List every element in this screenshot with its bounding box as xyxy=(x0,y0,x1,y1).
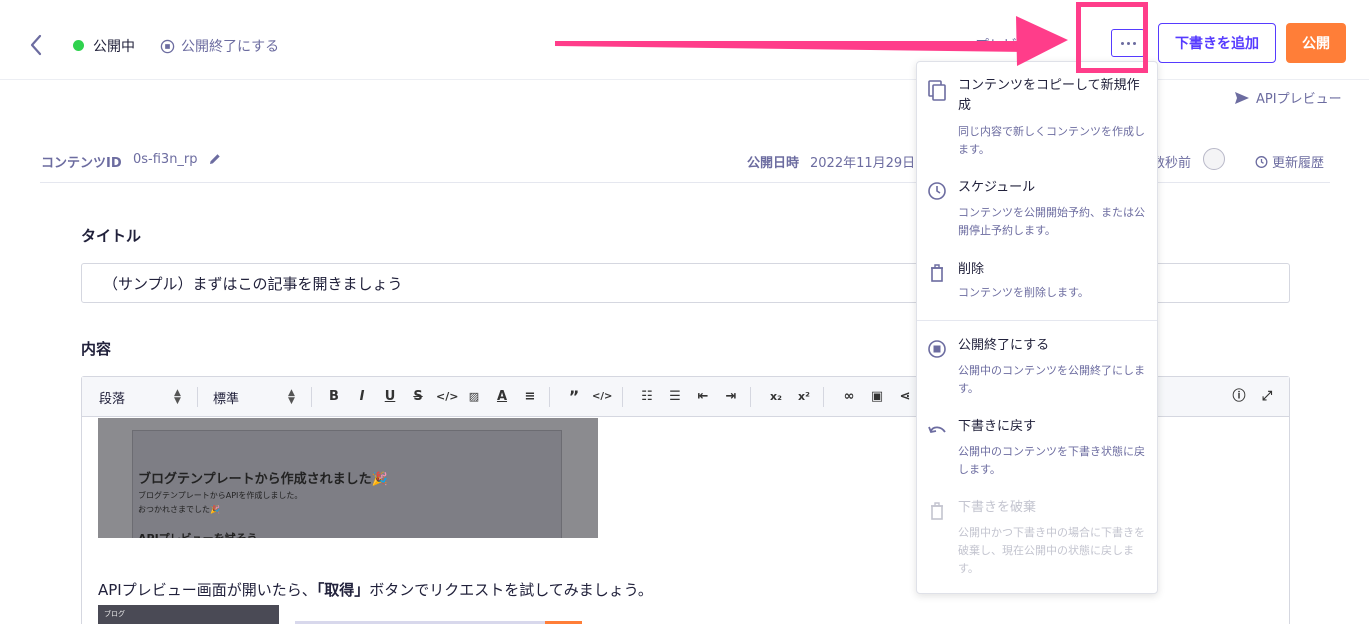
menu-divider xyxy=(917,320,1157,321)
send-icon xyxy=(1235,91,1249,104)
menu-item-schedule[interactable]: スケジュール コンテンツを公開開始予約、または公開停止予約します。 xyxy=(917,178,1157,244)
unpublish-label: 公開終了にする xyxy=(181,39,280,55)
chevron-updown-icon: ▲ ▼ xyxy=(288,388,295,406)
title-field-label: タイトル xyxy=(81,227,142,245)
screenshot-text: ブログテンプレートからAPIを作成しました。 xyxy=(138,491,303,500)
history-icon xyxy=(1255,155,1268,168)
menu-item-description: 公開中のコンテンツを公開終了にします。 xyxy=(958,364,1145,395)
underline-icon[interactable]: U xyxy=(380,386,400,408)
menu-item-description: 公開中のコンテンツを下書き状態に戻します。 xyxy=(958,445,1145,476)
clock-icon xyxy=(928,182,946,200)
text-size-select[interactable]: 標準 xyxy=(213,388,239,407)
menu-item-unpublish[interactable]: 公開終了にする 公開中のコンテンツを公開終了にします。 xyxy=(917,336,1157,402)
indent-icon[interactable]: ⇥ xyxy=(721,386,741,408)
superscript-icon[interactable]: x² xyxy=(794,386,814,408)
toolbar-divider xyxy=(823,387,824,407)
menu-item-title: スケジュール xyxy=(958,180,1036,195)
body-paragraph: APIプレビュー画面が開いたら、「取得」ボタンでリクエストを試してみましょう。 xyxy=(98,579,653,600)
dot-icon xyxy=(1132,41,1136,45)
preview-link[interactable]: プレビュー xyxy=(975,35,1045,55)
content-field-label: 内容 xyxy=(81,340,112,358)
content-id-value: 0s-fi3n_rp xyxy=(133,152,198,167)
embedded-screenshot: ブログテンプレートから作成されました🎉 ブログテンプレートからAPIを作成しまし… xyxy=(98,418,598,538)
back-chevron-icon[interactable] xyxy=(26,32,46,58)
api-preview-link[interactable]: APIプレビュー xyxy=(1234,88,1342,107)
menu-item-title: 削除 xyxy=(958,262,985,277)
expand-icon[interactable]: ⤢ xyxy=(1257,386,1277,408)
body-text-bold: 「取得」 xyxy=(316,581,370,599)
bullet-list-icon[interactable]: ☰ xyxy=(665,386,685,408)
more-options-button[interactable] xyxy=(1111,29,1145,57)
menu-item-description: コンテンツを削除します。 xyxy=(958,286,1089,299)
text-color-icon[interactable]: A xyxy=(492,386,512,408)
copy-icon xyxy=(928,80,946,101)
toolbar-divider xyxy=(622,387,623,407)
publish-date-label: 公開日時 xyxy=(747,156,800,171)
toolbar-divider xyxy=(750,387,751,407)
link-icon[interactable]: ∞ xyxy=(839,386,859,408)
top-bar: 公開中 公開終了にする プレビュー 下書きを追加 公開 xyxy=(0,0,1369,80)
menu-item-description: 同じ内容で新しくコンテンツを作成します。 xyxy=(958,125,1145,156)
undo-icon xyxy=(928,426,946,434)
content-id-label: コンテンツID xyxy=(41,156,122,171)
screenshot-heading: ブログテンプレートから作成されました🎉 xyxy=(138,472,388,487)
align-icon[interactable]: ≡ xyxy=(520,386,540,408)
status-text: 公開中 xyxy=(93,39,135,55)
outdent-icon[interactable]: ⇤ xyxy=(693,386,713,408)
trash-icon xyxy=(931,502,943,520)
page: 公開中 公開終了にする プレビュー 下書きを追加 公開 APIプレビュー コンテ… xyxy=(0,0,1369,624)
subscript-icon[interactable]: x₂ xyxy=(766,386,786,408)
publish-button[interactable]: 公開 xyxy=(1286,23,1346,63)
toolbar-divider xyxy=(197,387,198,407)
inline-code-icon[interactable]: </> xyxy=(436,386,458,408)
bold-icon[interactable]: B xyxy=(324,386,344,408)
embedded-screenshot: ブログ xyxy=(98,605,279,624)
menu-item-description: コンテンツを公開開始予約、または公開停止予約します。 xyxy=(958,206,1145,237)
menu-item-title: 下書きを破棄 xyxy=(958,500,1037,515)
status-dot xyxy=(73,40,84,51)
dot-icon xyxy=(1120,41,1124,45)
italic-icon[interactable]: I xyxy=(352,386,372,408)
menu-item-title: コンテンツをコピーして新規作成 xyxy=(958,78,1140,113)
toolbar-divider xyxy=(311,387,312,407)
dot-icon xyxy=(1126,41,1130,45)
image-icon[interactable]: ▣ xyxy=(867,386,887,408)
more-options-menu: コンテンツをコピーして新規作成 同じ内容で新しくコンテンツを作成します。 スケジ… xyxy=(916,61,1158,594)
help-icon[interactable]: ⓘ xyxy=(1229,386,1249,408)
quote-icon[interactable]: ” xyxy=(564,386,584,408)
clear-format-icon[interactable]: ▨ xyxy=(464,386,484,408)
api-preview-label: APIプレビュー xyxy=(1256,92,1342,107)
stop-circle-icon xyxy=(160,39,175,53)
menu-item-delete[interactable]: 削除 コンテンツを削除します。 xyxy=(917,260,1157,308)
stop-circle-icon xyxy=(928,340,946,358)
menu-item-title: 公開終了にする xyxy=(958,338,1050,353)
chevron-updown-icon: ▲ ▼ xyxy=(174,388,181,406)
screenshot-text: ブログ xyxy=(104,610,125,618)
ordered-list-icon[interactable]: ☷ xyxy=(637,386,657,408)
menu-item-revert-draft[interactable]: 下書きに戻す 公開中のコンテンツを下書き状態に戻します。 xyxy=(917,417,1157,483)
strikethrough-icon[interactable]: S xyxy=(408,386,428,408)
menu-item-description: 公開中かつ下書き中の場合に下書きを破棄し、現在公開中の状態に戻します。 xyxy=(958,526,1145,575)
toolbar-divider xyxy=(549,387,550,407)
history-label: 更新履歴 xyxy=(1272,156,1325,171)
screenshot-text: おつかれさまでした🎉 xyxy=(138,505,220,514)
publish-date-value: 2022年11月29日 xyxy=(810,156,916,171)
body-text-after: ボタンでリクエストを試してみましょう。 xyxy=(369,581,653,599)
menu-item-title: 下書きに戻す xyxy=(958,419,1037,434)
menu-item-discard-draft: 下書きを破棄 公開中かつ下書き中の場合に下書きを破棄し、現在公開中の状態に戻しま… xyxy=(917,498,1157,582)
paragraph-select[interactable]: 段落 xyxy=(99,388,125,407)
unpublish-link[interactable]: 公開終了にする xyxy=(160,36,279,56)
history-link[interactable]: 更新履歴 xyxy=(1254,152,1324,171)
trash-icon xyxy=(931,264,943,282)
avatar xyxy=(1203,148,1225,170)
code-block-icon[interactable]: </> xyxy=(592,386,612,408)
share-icon[interactable]: ⋖ xyxy=(895,386,915,408)
pencil-icon[interactable] xyxy=(208,152,222,166)
body-text-before: APIプレビュー画面が開いたら、 xyxy=(98,581,317,599)
screenshot-heading: APIプレビューを試そう xyxy=(138,530,258,538)
add-draft-button[interactable]: 下書きを追加 xyxy=(1158,23,1276,63)
menu-item-copy[interactable]: コンテンツをコピーして新規作成 同じ内容で新しくコンテンツを作成します。 xyxy=(917,76,1157,162)
